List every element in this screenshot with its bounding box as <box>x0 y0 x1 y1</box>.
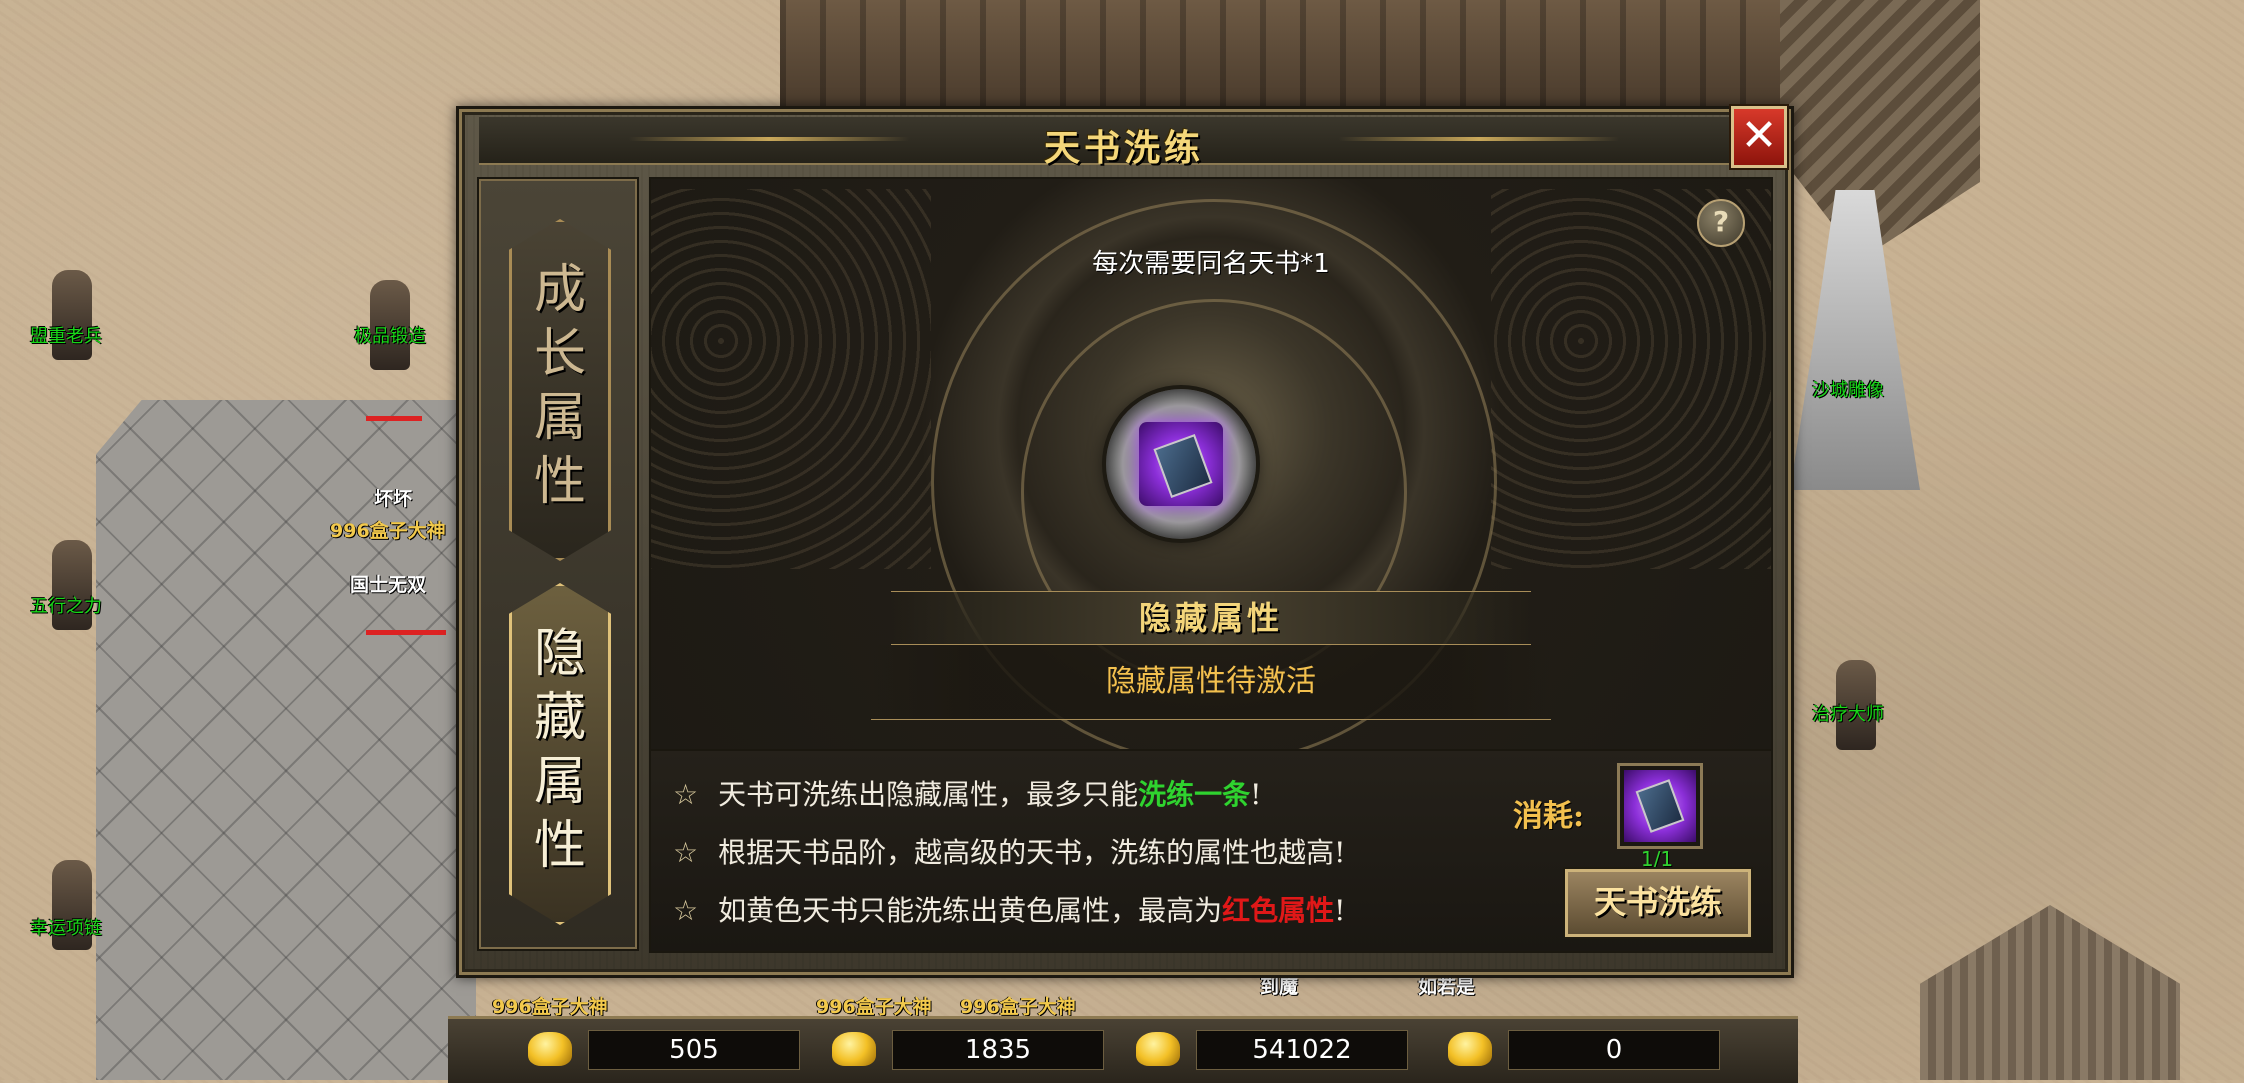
rule-text: 如黄色天书只能洗练出黄色属性，最高为 <box>718 894 1223 927</box>
player-title: 996盒子大神 <box>492 996 608 1018</box>
npc-name[interactable]: 幸运项链 <box>30 914 102 940</box>
dialog-title: 天书洗练 <box>1043 127 1204 169</box>
cost-count: 1/1 <box>1640 847 1674 871</box>
close-icon: ✕ <box>1740 110 1778 161</box>
tab-hidden-attributes[interactable]: 隐藏属性 <box>509 583 611 925</box>
player-name[interactable]: 坏坏 <box>374 484 412 511</box>
stone-plaza <box>96 400 476 1080</box>
refine-art-panel: ? 每次需要同名天书*1 隐藏属性 隐藏属性待激活 <box>649 177 1773 751</box>
health-bar <box>366 416 422 421</box>
book-shape <box>1635 779 1685 833</box>
rule-text: ! <box>1334 894 1346 927</box>
player-title: 996盒子大神 <box>960 996 1076 1018</box>
sabak-statue[interactable] <box>1790 190 1920 490</box>
round-tent <box>1920 905 2180 1080</box>
gold-value: 541022 <box>1196 1030 1408 1070</box>
currency-bar: 505 1835 541022 0 <box>448 1016 1798 1083</box>
rule-text: ! <box>1250 778 1262 811</box>
book-shape <box>1153 434 1213 498</box>
hidden-attr-status: 隐藏属性待激活 <box>871 645 1551 720</box>
rule-highlight: 红色属性 <box>1222 894 1335 927</box>
tab-growth-attributes[interactable]: 成长属性 <box>509 219 611 561</box>
tab-label: 隐藏属性 <box>533 624 586 876</box>
npc-name[interactable]: 极品锻造 <box>354 322 426 348</box>
gold-icon <box>1136 1032 1180 1066</box>
tianshu-item-slot[interactable] <box>1106 389 1256 539</box>
wooden-hut <box>1780 0 1980 260</box>
npc-name[interactable]: 五行之力 <box>30 592 102 618</box>
rule-line: ☆ 天书可洗练出隐藏属性，最多只能洗练一条! <box>673 773 1261 813</box>
tianshu-refine-dialog: 天书洗练 ✕ 成长属性 隐藏属性 ? 每次需要同名天书*1 隐藏属性 隐藏属性待… <box>456 106 1794 978</box>
refine-button[interactable]: 天书洗练 <box>1565 869 1751 937</box>
bound-yuanbao-icon <box>832 1032 876 1066</box>
yuanbao-icon <box>528 1032 572 1066</box>
wooden-building <box>780 0 1880 110</box>
question-icon: ? <box>1712 205 1730 238</box>
rule-line: ☆ 如黄色天书只能洗练出黄色属性，最高为红色属性! <box>673 889 1345 929</box>
rule-highlight: 洗练一条 <box>1138 778 1251 811</box>
npc-name[interactable]: 治疗大师 <box>1812 700 1884 726</box>
tianshu-book-icon[interactable] <box>1139 422 1223 506</box>
bound-gold-icon <box>1448 1032 1492 1066</box>
npc-name[interactable]: 沙城雕像 <box>1812 376 1884 402</box>
star-icon: ☆ <box>673 894 699 927</box>
bound-yuanbao-value: 1835 <box>892 1030 1104 1070</box>
npc-name[interactable]: 盟重老兵 <box>30 322 102 348</box>
title-bar[interactable]: 天书洗练 <box>479 117 1769 169</box>
rule-text: 根据天书品阶，越高级的天书，洗练的属性也越高! <box>718 836 1346 869</box>
hidden-attr-title: 隐藏属性 <box>891 591 1531 645</box>
refine-info-panel: ☆ 天书可洗练出隐藏属性，最多只能洗练一条! ☆ 根据天书品阶，越高级的天书，洗练的… <box>649 749 1773 953</box>
player-title: 996盒子大神 <box>816 996 932 1018</box>
tianshu-book-icon <box>1624 770 1696 842</box>
rule-text: 天书可洗练出隐藏属性，最多只能 <box>718 778 1139 811</box>
star-icon: ☆ <box>673 836 699 869</box>
side-tab-panel: 成长属性 隐藏属性 <box>477 177 639 951</box>
tab-label: 成长属性 <box>533 260 586 512</box>
rule-line: ☆ 根据天书品阶，越高级的天书，洗练的属性也越高! <box>673 831 1345 871</box>
health-bar <box>366 630 446 635</box>
close-button[interactable]: ✕ <box>1731 106 1787 168</box>
cost-item-slot[interactable] <box>1617 763 1703 849</box>
player-name[interactable]: 国士无双 <box>350 570 426 597</box>
requirement-text: 每次需要同名天书*1 <box>1092 249 1330 279</box>
cost-label: 消耗: <box>1513 799 1585 834</box>
yuanbao-value: 505 <box>588 1030 800 1070</box>
help-button[interactable]: ? <box>1697 199 1745 247</box>
star-icon: ☆ <box>673 778 699 811</box>
bound-gold-value: 0 <box>1508 1030 1720 1070</box>
player-title: 996盒子大神 <box>330 520 446 542</box>
